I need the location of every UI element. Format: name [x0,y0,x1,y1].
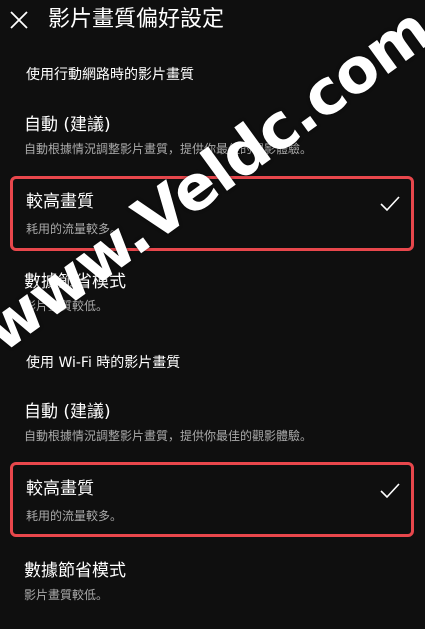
option-mobile-auto[interactable]: 自動 (建議) 自動根據情況調整影片畫質，提供你最佳的觀影體驗。 [10,103,414,169]
option-wifi-auto[interactable]: 自動 (建議) 自動根據情況調整影片畫質，提供你最佳的觀影體驗。 [10,390,414,456]
option-wifi-higher-quality[interactable]: 較高畫質 耗用的流量較多。 [10,462,414,537]
option-label: 數據節省模式 [24,272,126,292]
option-label: 較高畫質 [26,192,94,212]
section-heading-wifi: 使用 Wi-Fi 時的影片畫質 [26,355,181,371]
section-heading-mobile: 使用行動網路時的影片畫質 [26,67,194,83]
option-description: 耗用的流量較多。 [26,222,123,236]
option-mobile-data-saver[interactable]: 數據節省模式 影片畫質較低。 [10,260,414,326]
option-description: 自動根據情況調整影片畫質，提供你最佳的觀影體驗。 [24,142,313,156]
option-label: 自動 (建議) [24,402,111,422]
close-icon[interactable] [8,9,30,31]
option-description: 自動根據情況調整影片畫質，提供你最佳的觀影體驗。 [24,429,313,443]
check-icon [380,196,400,212]
option-label: 數據節省模式 [24,561,126,581]
check-icon [380,483,400,499]
option-label: 自動 (建議) [24,115,111,135]
option-wifi-data-saver[interactable]: 數據節省模式 影片畫質較低。 [10,549,414,615]
option-description: 影片畫質較低。 [24,299,109,313]
page-title: 影片畫質偏好設定 [48,7,225,32]
option-description: 影片畫質較低。 [24,588,109,602]
header: 影片畫質偏好設定 [0,0,425,44]
option-mobile-higher-quality[interactable]: 較高畫質 耗用的流量較多。 [10,176,414,251]
option-label: 較高畫質 [26,479,94,499]
option-description: 耗用的流量較多。 [26,509,123,523]
